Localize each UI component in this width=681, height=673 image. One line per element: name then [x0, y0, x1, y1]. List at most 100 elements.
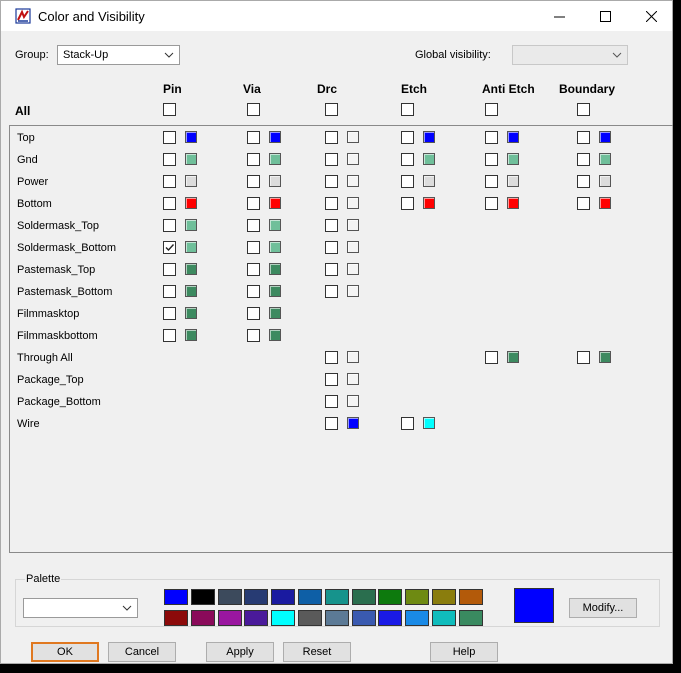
color-swatch[interactable] — [507, 351, 519, 363]
color-swatch[interactable] — [269, 175, 281, 187]
color-swatch[interactable] — [347, 395, 359, 407]
palette-color-swatch[interactable] — [432, 610, 456, 626]
color-swatch[interactable] — [185, 329, 197, 341]
color-swatch[interactable] — [347, 373, 359, 385]
color-swatch[interactable] — [269, 131, 281, 143]
visibility-checkbox[interactable] — [325, 219, 338, 232]
all-pin-checkbox[interactable] — [163, 103, 176, 116]
palette-color-swatch[interactable] — [271, 610, 296, 626]
color-swatch[interactable] — [599, 197, 611, 209]
palette-color-swatch[interactable] — [432, 589, 456, 605]
visibility-checkbox[interactable] — [401, 417, 414, 430]
visibility-checkbox[interactable] — [485, 153, 498, 166]
palette-color-swatch[interactable] — [190, 589, 215, 605]
color-swatch[interactable] — [185, 131, 197, 143]
visibility-checkbox[interactable] — [325, 417, 338, 430]
visibility-checkbox[interactable] — [485, 175, 498, 188]
color-swatch[interactable] — [269, 241, 281, 253]
visibility-checkbox[interactable] — [325, 197, 338, 210]
palette-color-swatch[interactable] — [378, 610, 403, 626]
color-swatch[interactable] — [423, 197, 435, 209]
color-swatch[interactable] — [423, 153, 435, 165]
visibility-checkbox[interactable] — [325, 351, 338, 364]
visibility-checkbox[interactable] — [163, 131, 176, 144]
visibility-checkbox[interactable] — [325, 395, 338, 408]
global-visibility-select[interactable] — [512, 45, 628, 65]
palette-color-swatch[interactable] — [405, 589, 430, 605]
visibility-checkbox[interactable] — [247, 263, 260, 276]
visibility-checkbox[interactable] — [163, 197, 176, 210]
visibility-checkbox[interactable] — [485, 131, 498, 144]
palette-color-swatch[interactable] — [217, 589, 242, 605]
cancel-button[interactable]: Cancel — [108, 642, 176, 662]
visibility-checkbox[interactable] — [163, 307, 176, 320]
color-swatch[interactable] — [599, 131, 611, 143]
visibility-checkbox[interactable] — [401, 153, 414, 166]
palette-color-swatch[interactable] — [244, 589, 269, 605]
visibility-checkbox[interactable] — [247, 131, 260, 144]
color-swatch[interactable] — [347, 153, 359, 165]
color-swatch[interactable] — [347, 285, 359, 297]
visibility-checkbox[interactable] — [485, 197, 498, 210]
palette-color-swatch[interactable] — [324, 589, 349, 605]
color-swatch[interactable] — [185, 197, 197, 209]
color-swatch[interactable] — [185, 219, 197, 231]
visibility-checkbox[interactable] — [577, 197, 590, 210]
visibility-checkbox[interactable] — [163, 329, 176, 342]
palette-color-swatch[interactable] — [164, 610, 188, 626]
palette-color-swatch[interactable] — [271, 589, 296, 605]
visibility-checkbox[interactable] — [325, 241, 338, 254]
palette-color-swatch[interactable] — [351, 589, 376, 605]
visibility-checkbox[interactable] — [577, 153, 590, 166]
color-swatch[interactable] — [269, 219, 281, 231]
visibility-checkbox[interactable] — [485, 351, 498, 364]
visibility-checkbox[interactable] — [577, 175, 590, 188]
visibility-checkbox[interactable] — [247, 153, 260, 166]
visibility-checkbox[interactable] — [325, 153, 338, 166]
color-swatch[interactable] — [347, 175, 359, 187]
color-swatch[interactable] — [423, 131, 435, 143]
maximize-button[interactable] — [582, 1, 628, 31]
visibility-checkbox[interactable] — [577, 351, 590, 364]
color-swatch[interactable] — [599, 175, 611, 187]
color-swatch[interactable] — [185, 175, 197, 187]
palette-color-swatch[interactable] — [324, 610, 349, 626]
apply-button[interactable]: Apply — [206, 642, 274, 662]
visibility-checkbox[interactable] — [325, 285, 338, 298]
visibility-checkbox[interactable] — [163, 219, 176, 232]
all-drc-checkbox[interactable] — [325, 103, 338, 116]
palette-color-swatch[interactable] — [351, 610, 376, 626]
all-anti-etch-checkbox[interactable] — [485, 103, 498, 116]
palette-color-swatch[interactable] — [298, 589, 322, 605]
palette-color-swatch[interactable] — [405, 610, 430, 626]
color-swatch[interactable] — [347, 263, 359, 275]
visibility-checkbox[interactable] — [401, 175, 414, 188]
color-swatch[interactable] — [423, 175, 435, 187]
color-swatch[interactable] — [185, 285, 197, 297]
palette-color-swatch[interactable] — [164, 589, 188, 605]
color-swatch[interactable] — [269, 329, 281, 341]
color-swatch[interactable] — [347, 417, 359, 429]
visibility-checkbox[interactable] — [163, 153, 176, 166]
visibility-checkbox[interactable] — [577, 131, 590, 144]
palette-color-swatch[interactable] — [244, 610, 269, 626]
visibility-checkbox[interactable] — [325, 175, 338, 188]
all-boundary-checkbox[interactable] — [577, 103, 590, 116]
visibility-checkbox[interactable] — [163, 241, 176, 254]
color-swatch[interactable] — [599, 153, 611, 165]
help-button[interactable]: Help — [430, 642, 498, 662]
color-swatch[interactable] — [269, 263, 281, 275]
color-swatch[interactable] — [599, 351, 611, 363]
visibility-checkbox[interactable] — [401, 131, 414, 144]
visibility-checkbox[interactable] — [163, 175, 176, 188]
color-swatch[interactable] — [269, 307, 281, 319]
all-etch-checkbox[interactable] — [401, 103, 414, 116]
visibility-checkbox[interactable] — [325, 263, 338, 276]
palette-color-swatch[interactable] — [378, 589, 403, 605]
color-swatch[interactable] — [269, 285, 281, 297]
close-button[interactable] — [628, 1, 674, 31]
color-swatch[interactable] — [269, 197, 281, 209]
palette-color-swatch[interactable] — [298, 610, 322, 626]
ok-button[interactable]: OK — [31, 642, 99, 662]
color-swatch[interactable] — [423, 417, 435, 429]
